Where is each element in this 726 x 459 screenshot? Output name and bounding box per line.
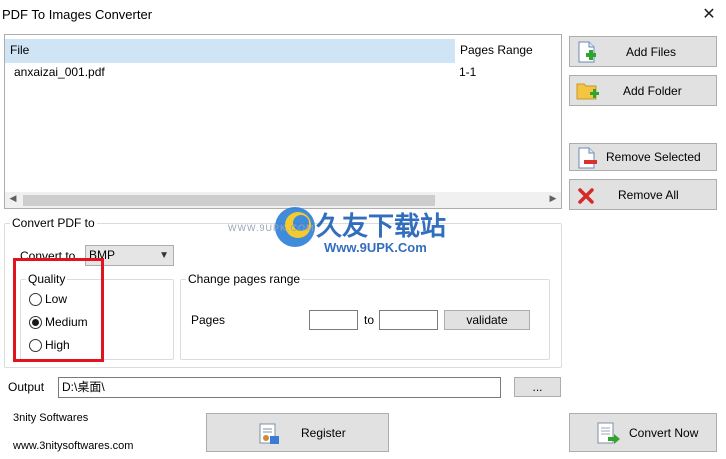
browse-label: ... bbox=[532, 380, 543, 394]
remove-all-label: Remove All bbox=[618, 187, 679, 202]
window-title: PDF To Images Converter bbox=[2, 7, 153, 22]
convert-icon bbox=[597, 422, 620, 444]
watermark-brand: 久友下载站 bbox=[316, 212, 447, 242]
watermark-url-small: WWW.9UPK.COM bbox=[228, 223, 315, 233]
convert-pdf-legend: Convert PDF to bbox=[10, 216, 97, 230]
watermark: 久友下载站 WWW.9UPK.COM Www.9UPK.Com bbox=[228, 202, 478, 272]
column-header-file[interactable]: File bbox=[5, 39, 455, 63]
scroll-left-icon[interactable]: ◀ bbox=[6, 193, 20, 204]
highlight-box bbox=[13, 258, 104, 362]
add-folder-icon bbox=[576, 83, 599, 100]
add-files-label: Add Files bbox=[626, 44, 677, 59]
register-label: Register bbox=[301, 425, 346, 440]
validate-button[interactable]: validate bbox=[444, 310, 530, 330]
register-icon bbox=[259, 423, 279, 444]
convert-now-label: Convert Now bbox=[629, 425, 699, 440]
company-name: 3nity Softwares bbox=[13, 412, 89, 424]
to-label: to bbox=[364, 313, 375, 327]
watermark-url: Www.9UPK.Com bbox=[324, 240, 427, 255]
page-from-field[interactable] bbox=[309, 310, 358, 330]
column-header-pages-range[interactable]: Pages Range bbox=[455, 39, 560, 63]
close-icon[interactable]: ✕ bbox=[698, 4, 720, 26]
output-label: Output bbox=[8, 380, 45, 394]
pages-label: Pages bbox=[191, 313, 226, 327]
scroll-right-icon[interactable]: ▶ bbox=[546, 193, 560, 204]
remove-selected-button[interactable]: Remove Selected bbox=[569, 143, 717, 171]
add-file-icon bbox=[578, 41, 596, 63]
validate-label: validate bbox=[466, 313, 508, 327]
browse-button[interactable]: ... bbox=[514, 377, 561, 397]
list-item-file[interactable]: anxaizai_001.pdf bbox=[14, 64, 105, 80]
add-folder-label: Add Folder bbox=[623, 83, 682, 98]
list-item-range[interactable]: 1-1 bbox=[459, 64, 476, 80]
remove-selected-label: Remove Selected bbox=[606, 150, 701, 164]
convert-now-button[interactable]: Convert Now bbox=[569, 413, 717, 452]
file-list[interactable]: File Pages Range anxaizai_001.pdf 1-1 ◀ … bbox=[4, 34, 562, 209]
remove-file-icon bbox=[578, 147, 597, 169]
add-folder-button[interactable]: Add Folder bbox=[569, 75, 717, 106]
register-button[interactable]: Register bbox=[206, 413, 389, 452]
title-bar: PDF To Images Converter ✕ bbox=[0, 0, 726, 30]
pages-range-legend: Change pages range bbox=[186, 272, 303, 286]
add-files-button[interactable]: Add Files bbox=[569, 36, 717, 67]
output-path-field[interactable]: D:\桌面\ bbox=[58, 377, 501, 398]
delete-x-icon bbox=[578, 188, 594, 204]
remove-all-button[interactable]: Remove All bbox=[569, 179, 717, 210]
chevron-down-icon[interactable]: ▼ bbox=[159, 246, 169, 265]
company-website[interactable]: www.3nitysoftwares.com bbox=[13, 440, 133, 452]
page-to-field[interactable] bbox=[379, 310, 438, 330]
